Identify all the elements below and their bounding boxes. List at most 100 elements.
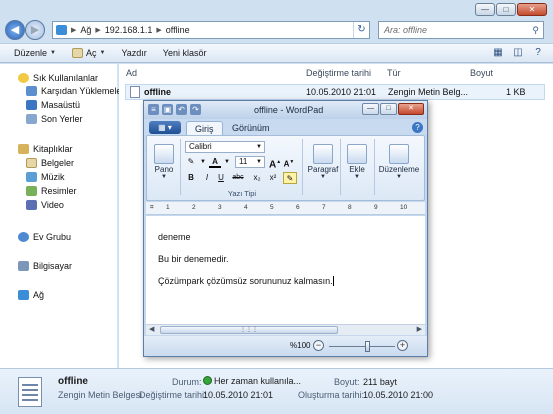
subscript-button[interactable]: x₂ [251,172,263,184]
chevron-down-icon[interactable]: ▼ [197,156,209,168]
network-icon [56,25,67,35]
font-color-icon[interactable]: A [209,156,221,168]
help-icon[interactable]: ? [412,122,423,133]
breadcrumb-network[interactable]: Ağ [80,25,91,35]
nav-item-favorites[interactable]: Sık Kullanılanlar [18,73,98,83]
underline-button[interactable]: U [215,172,227,184]
nav-item-homegroup[interactable]: Ev Grubu [18,232,71,242]
new-folder-button[interactable]: Yeni klasör [163,48,207,58]
preview-pane-icon[interactable]: ◫ [511,47,525,59]
column-header-modified[interactable]: Değiştirme tarihi [306,68,371,78]
font-family-select[interactable]: Calibri ▼ [185,141,265,153]
zoom-level: %100 [290,341,311,350]
wordpad-minimize-button[interactable]: — [362,103,379,115]
insert-label: Ekle [349,165,365,174]
nav-item-documents[interactable]: Belgeler [26,158,74,168]
save-icon[interactable]: ▣ [162,104,173,115]
wordpad-title: offline - WordPad [254,105,324,115]
zoom-slider-thumb[interactable] [364,341,370,352]
application-menu-button[interactable]: ▦ ▾ [149,121,181,134]
open-button[interactable]: Aç ▼ [71,48,105,58]
search-placeholder: Ara: offline [384,25,428,35]
document-editor[interactable]: deneme Bu bir denemedir. Çözümpark çözüm… [146,216,425,324]
nav-item-computer[interactable]: Bilgisayar [18,261,72,271]
paragraph-button[interactable]: Paragraf ▼ [306,144,340,180]
close-button[interactable]: ✕ [517,3,547,16]
insert-button[interactable]: Ekle ▼ [343,144,371,180]
scrollbar-thumb[interactable]: ⋮⋮⋮ [160,326,338,334]
bold-button[interactable]: B [185,172,197,184]
details-status-value: Her zaman kullanıla... [214,376,302,386]
search-icon[interactable]: ⚲ [532,22,539,38]
grow-font-icon[interactable]: A▲ [269,156,281,170]
chevron-right-icon: ▶ [71,27,77,34]
ruler[interactable]: ⌗ 1 2 3 4 5 6 7 8 9 10 [146,202,425,215]
column-header-size[interactable]: Boyut [470,68,493,78]
nav-item-desktop[interactable]: Masaüstü [26,100,80,110]
address-bar[interactable]: ▶ Ağ ▶ 192.168.1.1 ▶ offline ↻ [52,21,370,39]
column-header-type[interactable]: Tür [387,68,401,78]
details-created-value: 10.05.2010 21:00 [363,390,434,400]
print-label: Yazdır [121,48,147,58]
ruler-mark: 8 [348,204,352,211]
zoom-slider[interactable] [329,346,395,347]
nav-label: Resimler [41,186,77,196]
nav-item-recent[interactable]: Son Yerler [26,114,83,124]
details-created-label: Oluşturma tarihi: [298,390,365,400]
minimize-button[interactable]: — [475,3,495,16]
wordpad-maximize-button[interactable]: □ [380,103,397,115]
document-line: deneme [158,232,191,242]
tab-view[interactable]: Görünüm [224,121,278,135]
forward-button[interactable]: ▶ [25,20,45,40]
shrink-font-icon[interactable]: A▼ [283,156,295,169]
font-group-label: Yazı Tipi [227,189,257,198]
zoom-out-button[interactable]: − [313,340,324,351]
nav-item-downloads[interactable]: Karşıdan Yüklemeler [26,86,124,96]
new-folder-label: Yeni klasör [162,48,207,58]
wordpad-close-button[interactable]: ✕ [398,103,424,115]
nav-item-videos[interactable]: Video [26,200,64,210]
italic-button[interactable]: I [201,172,213,184]
nav-item-network[interactable]: Ağ [18,290,44,300]
nav-item-music[interactable]: Müzik [26,172,65,182]
details-size-label: Boyut: [334,377,360,387]
horizontal-scrollbar[interactable]: ◀ ⋮⋮⋮ ▶ [146,324,425,335]
paste-button[interactable]: Pano ▼ [150,144,178,180]
strikethrough-button[interactable]: abc [229,172,247,184]
pen-icon[interactable]: ✎ [185,156,197,168]
nav-item-pictures[interactable]: Resimler [26,186,77,196]
editing-button[interactable]: Düzenleme ▼ [378,144,420,180]
back-button[interactable]: ◀ [5,20,25,40]
search-input[interactable]: Ara: offline ⚲ [378,21,544,39]
font-size-select[interactable]: 11 ▼ [235,156,265,168]
indent-marker-icon[interactable]: ⌗ [150,204,154,212]
view-options-icon[interactable]: ▦ [491,47,505,59]
redo-icon[interactable]: ↷ [190,104,201,115]
superscript-button[interactable]: x² [267,172,279,184]
nav-item-libraries[interactable]: Kitaplıklar [18,144,73,154]
tab-home[interactable]: Giriş [186,121,223,135]
refresh-icon[interactable]: ↻ [353,22,369,38]
scroll-right-icon[interactable]: ▶ [417,325,422,333]
chevron-down-icon: ▼ [256,144,262,150]
desktop-icon [26,100,37,110]
zoom-in-button[interactable]: + [397,340,408,351]
file-type: Zengin Metin Belg... [388,87,469,97]
maximize-button[interactable]: □ [496,3,516,16]
help-icon[interactable]: ? [531,47,545,59]
document-icon [71,48,83,58]
window-controls: — □ ✕ [475,3,547,16]
breadcrumb-folder[interactable]: offline [166,25,190,35]
document-line: Bu bir denemedir. [158,254,229,264]
column-header-name[interactable]: Ad [126,68,137,78]
breadcrumb-host[interactable]: 192.168.1.1 [105,25,153,35]
chevron-down-icon[interactable]: ▼ [221,156,233,168]
organize-button[interactable]: Düzenle ▼ [14,48,56,58]
highlight-icon[interactable]: ✎ [283,172,297,184]
print-button[interactable]: Yazdır [121,48,146,58]
chevron-down-icon: ▼ [50,50,56,56]
editing-label: Düzenleme [378,165,420,174]
file-row[interactable]: offline 10.05.2010 21:01 Zengin Metin Be… [125,84,545,100]
scroll-left-icon[interactable]: ◀ [149,325,154,333]
undo-icon[interactable]: ↶ [176,104,187,115]
